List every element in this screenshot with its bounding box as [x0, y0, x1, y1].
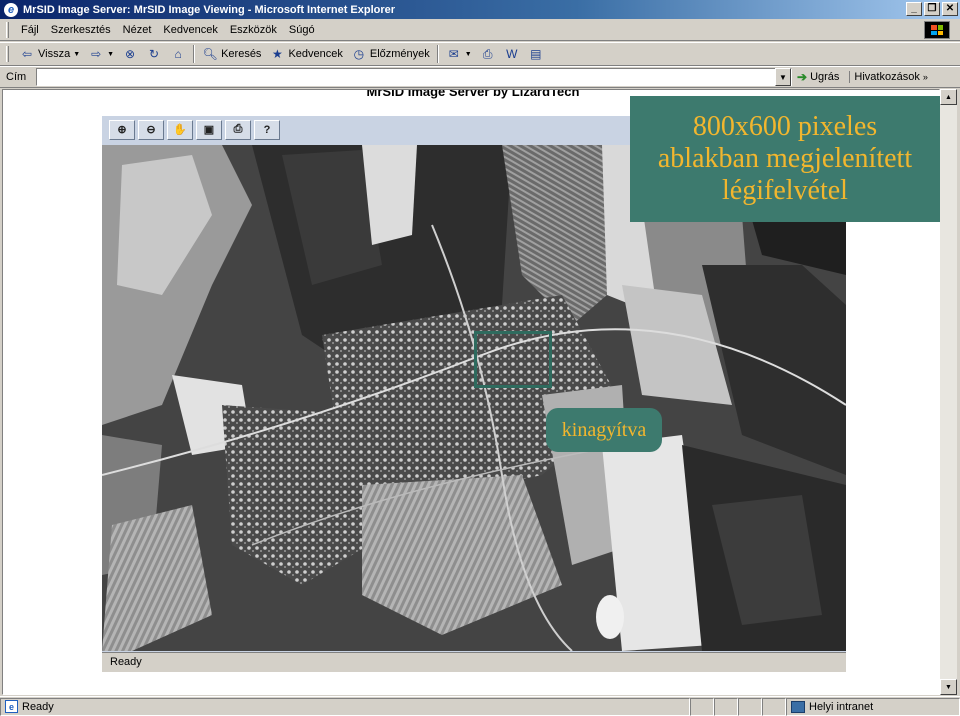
- window-title: MrSID Image Server: MrSID Image Viewing …: [23, 3, 396, 16]
- menu-favorites[interactable]: Kedvencek: [157, 24, 223, 36]
- ie-logo-icon: e: [4, 2, 18, 17]
- pan-hand-icon[interactable]: ✋: [167, 119, 193, 140]
- full-view-icon[interactable]: ▣: [196, 119, 222, 140]
- mail-button[interactable]: ✉ ▼: [442, 44, 476, 64]
- back-label: Vissza: [38, 48, 71, 60]
- refresh-button[interactable]: ↻: [142, 44, 166, 64]
- refresh-icon: ↻: [149, 47, 160, 61]
- menu-edit[interactable]: Szerkesztés: [45, 24, 117, 36]
- stop-icon: ⊗: [125, 47, 136, 61]
- forward-dropdown-icon[interactable]: ▼: [107, 51, 114, 58]
- status-cell: [690, 697, 714, 716]
- search-label: Keresés: [221, 48, 262, 60]
- home-icon: ⌂: [174, 47, 182, 61]
- status-text: Ready: [22, 700, 54, 713]
- zoom-region-box: [474, 331, 552, 388]
- print-view-icon[interactable]: ⎙: [225, 119, 251, 140]
- discuss-button[interactable]: ▤: [524, 44, 548, 64]
- word-edit-icon: W: [506, 47, 518, 61]
- address-dropdown-icon[interactable]: ▼: [775, 68, 791, 86]
- document-icon: ▤: [530, 47, 542, 61]
- printer-icon: ⎙: [482, 46, 493, 61]
- chevron-right-icon[interactable]: »: [923, 72, 928, 82]
- links-button[interactable]: Hivatkozások: [849, 71, 920, 83]
- forward-button[interactable]: ⇨ ▼: [84, 44, 118, 64]
- history-icon: ◷: [353, 47, 365, 61]
- menu-file[interactable]: Fájl: [15, 24, 45, 36]
- restore-button[interactable]: ❐: [924, 2, 940, 16]
- address-label: Cím: [6, 71, 27, 83]
- zone-cell: Helyi intranet: [786, 697, 960, 716]
- help-icon[interactable]: ?: [254, 119, 280, 140]
- window-controls: _ ❐ ✕: [906, 2, 958, 16]
- status-cell: [762, 697, 786, 716]
- back-button[interactable]: ⇦ Vissza ▼: [15, 44, 84, 64]
- menu-help[interactable]: Súgó: [283, 24, 321, 36]
- forward-arrow-icon: ⇨: [91, 47, 102, 61]
- search-button[interactable]: 🔍︎ Keresés: [198, 44, 265, 64]
- go-button[interactable]: ➔ Ugrás: [797, 70, 839, 84]
- status-bar: e Ready Helyi intranet: [0, 696, 960, 716]
- mail-dropdown-icon[interactable]: ▼: [465, 51, 472, 58]
- close-button[interactable]: ✕: [942, 2, 958, 16]
- menu-bar: Fájl Szerkesztés Nézet Kedvencek Eszközö…: [0, 19, 960, 41]
- zoomed-callout: kinagyítva: [546, 408, 662, 452]
- toolbar-grip[interactable]: [6, 21, 9, 38]
- mail-icon: ✉: [448, 47, 459, 61]
- zoom-out-icon[interactable]: ⊖: [138, 119, 164, 140]
- history-button[interactable]: ◷ Előzmények: [347, 44, 434, 64]
- aerial-caption-callout: 800x600 pixeles ablakban megjelenített l…: [630, 96, 940, 222]
- search-icon: 🔍︎: [202, 47, 218, 61]
- edit-button[interactable]: W: [500, 44, 524, 64]
- callout-line: ablakban megjelenített: [657, 143, 913, 174]
- back-dropdown-icon[interactable]: ▼: [73, 51, 80, 58]
- windows-flag-icon: [924, 21, 950, 39]
- go-label: Ugrás: [810, 71, 840, 83]
- favorites-folder-icon: ★: [272, 47, 283, 61]
- zoom-in-icon[interactable]: ⊕: [109, 119, 135, 140]
- favorites-label: Kedvencek: [288, 48, 343, 60]
- home-button[interactable]: ⌂: [166, 44, 190, 64]
- page-done-icon: e: [5, 700, 18, 713]
- callout-line: légifelvétel: [722, 175, 848, 206]
- menu-view[interactable]: Nézet: [117, 24, 158, 36]
- viewer-status: Ready: [102, 652, 846, 672]
- standard-toolbar: ⇦ Vissza ▼ ⇨ ▼ ⊗ ↻ ⌂ 🔍︎ Keresés ★ Kedven…: [0, 42, 960, 66]
- status-cell: [714, 697, 738, 716]
- status-text-cell: e Ready: [0, 697, 690, 716]
- favorites-button[interactable]: ★ Kedvencek: [265, 44, 346, 64]
- scroll-up-icon[interactable]: ▲: [940, 89, 957, 105]
- scroll-down-icon[interactable]: ▼: [940, 679, 957, 695]
- status-cell: [738, 697, 762, 716]
- address-bar: Cím ▼ ➔ Ugrás Hivatkozások »: [0, 66, 960, 88]
- history-label: Előzmények: [369, 48, 430, 60]
- print-button[interactable]: ⎙: [476, 44, 500, 64]
- stop-button[interactable]: ⊗: [118, 44, 142, 64]
- callout-line: 800x600 pixeles: [692, 111, 878, 142]
- go-arrow-icon: ➔: [797, 70, 808, 84]
- menu-tools[interactable]: Eszközök: [224, 24, 283, 36]
- vertical-scrollbar[interactable]: ▲ ▼: [940, 89, 957, 695]
- toolbar-separator: [436, 45, 439, 63]
- intranet-icon: [791, 700, 805, 713]
- back-arrow-icon: ⇦: [21, 47, 33, 61]
- address-input[interactable]: [36, 68, 792, 86]
- minimize-button[interactable]: _: [906, 2, 922, 16]
- page-heading: MrSID Image Server by LizardTech: [366, 89, 580, 99]
- toolbar-grip[interactable]: [6, 46, 9, 62]
- zone-text: Helyi intranet: [809, 700, 874, 713]
- window-title-bar: e MrSID Image Server: MrSID Image Viewin…: [0, 0, 960, 19]
- toolbar-separator: [193, 45, 196, 63]
